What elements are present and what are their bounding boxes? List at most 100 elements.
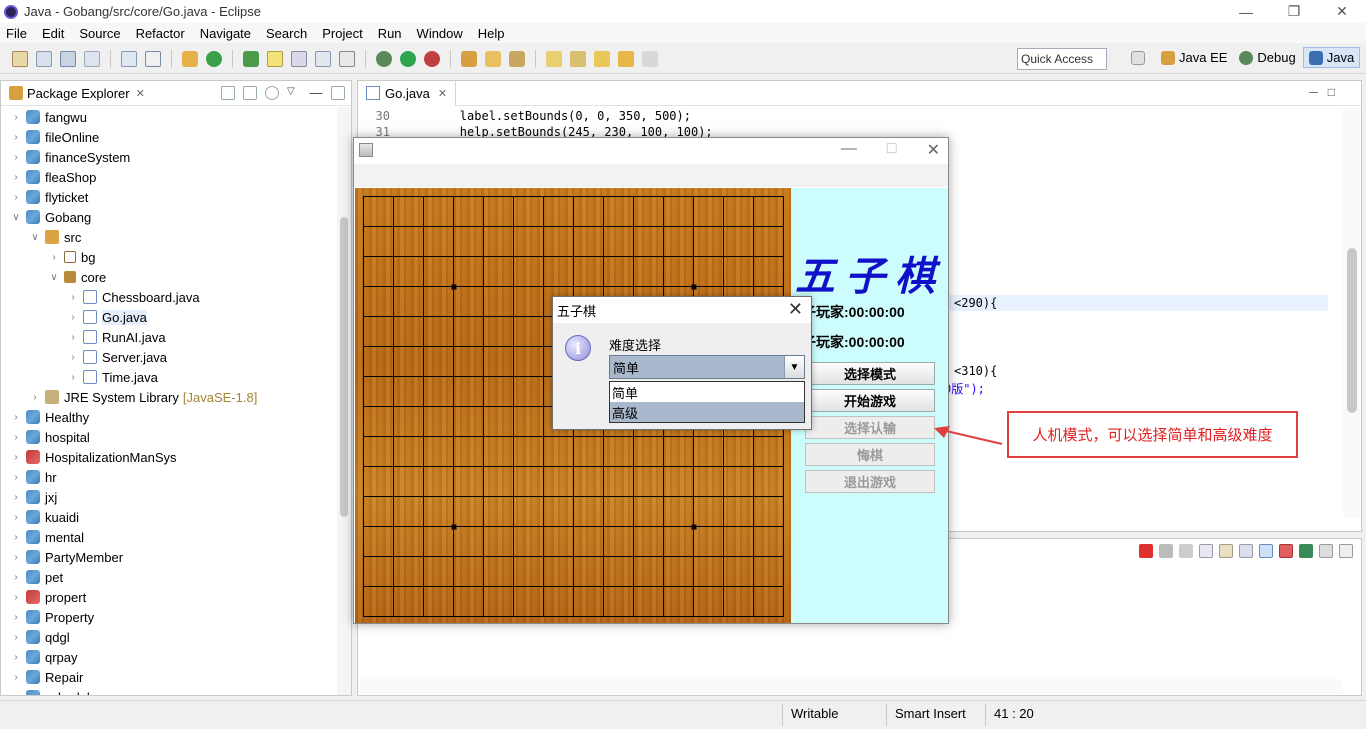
scroll-lock-icon[interactable] (1199, 544, 1213, 558)
pin-console-icon[interactable] (1259, 544, 1273, 558)
chevron-right-icon[interactable]: › (9, 152, 23, 163)
chevron-right-icon[interactable]: › (9, 652, 23, 663)
new-icon[interactable] (12, 50, 28, 67)
chevron-down-icon[interactable]: ▼ (784, 356, 804, 378)
open-perspective-button[interactable] (1126, 49, 1154, 67)
chevron-right-icon[interactable]: › (9, 512, 23, 523)
focus-icon[interactable] (265, 86, 279, 100)
forward-icon[interactable] (642, 50, 658, 67)
perspective-debug[interactable]: Debug (1234, 48, 1300, 67)
tree-item[interactable]: › Time.java (1, 367, 335, 387)
tree-item[interactable]: › pet (1, 567, 335, 587)
save-all-icon[interactable] (84, 50, 100, 67)
chevron-right-icon[interactable]: › (9, 192, 23, 203)
close-icon[interactable]: ✕ (1318, 0, 1366, 23)
menu-project[interactable]: Project (322, 26, 362, 41)
chevron-right-icon[interactable]: › (9, 672, 23, 683)
scrollbar-thumb[interactable] (1347, 248, 1357, 413)
chevron-right-icon[interactable]: › (66, 312, 80, 323)
chevron-right-icon[interactable]: › (9, 632, 23, 643)
open-task-icon[interactable] (461, 50, 477, 67)
link-with-editor-icon[interactable] (243, 86, 257, 100)
package-explorer-scrollbar[interactable] (337, 107, 351, 695)
chevron-right-icon[interactable]: › (66, 352, 80, 363)
chevron-right-icon[interactable]: › (9, 132, 23, 143)
perspective-java[interactable]: Java (1302, 47, 1361, 68)
tree-item[interactable]: › hr (1, 467, 335, 487)
start-game-button[interactable]: 开始游戏 (805, 389, 935, 412)
menu-run[interactable]: Run (378, 26, 402, 41)
tree-item[interactable]: › Repair (1, 667, 335, 687)
minimize-view-icon[interactable] (309, 86, 323, 94)
chevron-right-icon[interactable]: › (9, 412, 23, 423)
editor-min-max-icons[interactable]: ─ □ (1309, 85, 1335, 99)
tree-item[interactable]: › fangwu (1, 107, 335, 127)
chevron-right-icon[interactable]: › (9, 492, 23, 503)
menu-search[interactable]: Search (266, 26, 307, 41)
chevron-down-icon[interactable]: ∨ (9, 212, 23, 223)
chevron-right-icon[interactable]: › (9, 692, 23, 696)
tree-item[interactable]: › propert (1, 587, 335, 607)
perspective-java-ee[interactable]: Java EE (1156, 48, 1232, 67)
previous-annotation-icon[interactable] (570, 50, 586, 67)
highlight-icon[interactable] (267, 50, 283, 67)
chevron-down-icon[interactable]: ∨ (28, 232, 42, 243)
skip-breakpoints-icon[interactable] (145, 50, 161, 67)
chevron-right-icon[interactable]: › (9, 172, 23, 183)
menu-help[interactable]: Help (478, 26, 505, 41)
menu-refactor[interactable]: Refactor (136, 26, 185, 41)
tree-item[interactable]: › jxj (1, 487, 335, 507)
display-selected-console-icon[interactable] (1279, 544, 1293, 558)
show-whitespace-icon[interactable] (339, 50, 355, 67)
show-console-icon[interactable] (1239, 544, 1253, 558)
view-menu-icon[interactable]: ▽ (287, 86, 301, 100)
scrollbar-thumb[interactable] (340, 217, 348, 517)
menu-navigate[interactable]: Navigate (200, 26, 251, 41)
tree-item[interactable]: ∨ src (1, 227, 335, 247)
word-wrap-icon[interactable] (1219, 544, 1233, 558)
chevron-right-icon[interactable]: › (66, 292, 80, 303)
chevron-right-icon[interactable]: › (9, 592, 23, 603)
tree-item[interactable]: › qdgl (1, 627, 335, 647)
tree-item[interactable]: › financeSystem (1, 147, 335, 167)
mark-occurrences-icon[interactable] (291, 50, 307, 67)
undo-move-button[interactable]: 悔棋 (805, 443, 935, 466)
select-mode-button[interactable]: 选择模式 (805, 362, 935, 385)
tree-item[interactable]: › HospitalizationManSys (1, 447, 335, 467)
tree-item[interactable]: › RunAI.java (1, 327, 335, 347)
tree-item[interactable]: › Chessboard.java (1, 287, 335, 307)
tree-item[interactable]: › qrpay (1, 647, 335, 667)
option-advanced[interactable]: 高级 (610, 402, 804, 422)
menu-edit[interactable]: Edit (42, 26, 64, 41)
run-icon[interactable] (400, 50, 416, 67)
last-edit-icon[interactable] (594, 50, 610, 67)
debug-icon[interactable] (376, 50, 392, 67)
open-console-icon[interactable] (1299, 544, 1313, 558)
chevron-right-icon[interactable]: › (9, 432, 23, 443)
close-tab-icon[interactable]: ✕ (438, 87, 447, 100)
quick-access-input[interactable]: Quick Access (1017, 48, 1107, 70)
close-icon[interactable]: ✕ (927, 140, 940, 160)
tree-item[interactable]: › Healthy (1, 407, 335, 427)
tree-item[interactable]: › Go.java (1, 307, 335, 327)
chevron-right-icon[interactable]: › (28, 392, 42, 403)
tree-item[interactable]: › bg (1, 247, 335, 267)
tree-item[interactable]: › PartyMember (1, 547, 335, 567)
external-tools-icon[interactable] (424, 50, 440, 67)
new-project-icon[interactable] (36, 50, 52, 67)
remove-all-icon[interactable] (1179, 544, 1193, 558)
open-type-icon[interactable] (243, 50, 259, 67)
tree-item[interactable]: › Server.java (1, 347, 335, 367)
chevron-right-icon[interactable]: › (9, 572, 23, 583)
next-annotation-icon[interactable] (546, 50, 562, 67)
menu-file[interactable]: File (6, 26, 27, 41)
chevron-down-icon[interactable]: ∨ (47, 272, 61, 283)
new-console-icon[interactable] (1339, 544, 1353, 558)
close-view-icon[interactable]: ✕ (136, 87, 145, 100)
open-folder-icon[interactable] (485, 50, 501, 67)
chevron-right-icon[interactable]: › (9, 452, 23, 463)
restore-icon[interactable]: ❐ (1270, 0, 1318, 23)
tree-item[interactable]: › kuaidi (1, 507, 335, 527)
tree-item[interactable]: ∨ core (1, 267, 335, 287)
maximize-view-icon[interactable] (331, 86, 345, 100)
